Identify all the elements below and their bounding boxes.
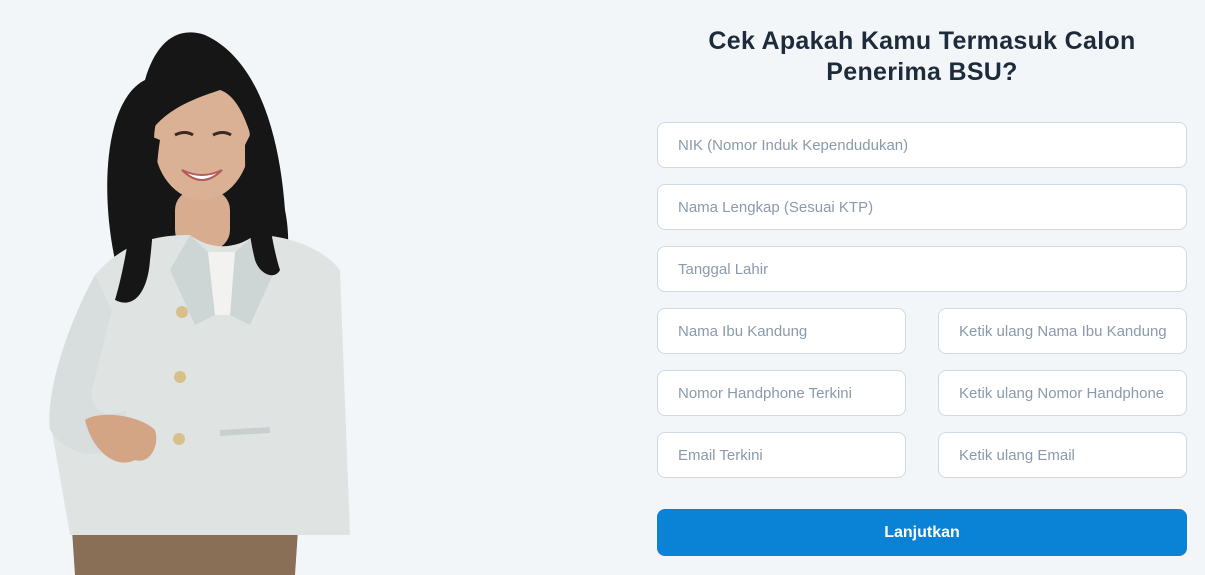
nik-input[interactable] [657,122,1187,168]
phone-input[interactable] [657,370,906,416]
email-input[interactable] [657,432,906,478]
phone-confirm-input[interactable] [938,370,1187,416]
email-confirm-input[interactable] [938,432,1187,478]
hero-panel [0,0,600,575]
bsu-check-form: Cek Apakah Kamu Termasuk Calon Penerima … [657,0,1187,575]
form-title-line-2: Penerima BSU? [826,58,1018,86]
mother-name-input[interactable] [657,308,906,354]
mother-name-confirm-input[interactable] [938,308,1187,354]
woman-illustration [49,32,350,575]
continue-button[interactable]: Lanjutkan [657,509,1187,556]
full-name-input[interactable] [657,184,1187,230]
form-title-line-1: Cek Apakah Kamu Termasuk Calon [708,27,1136,55]
form-title: Cek Apakah Kamu Termasuk Calon Penerima … [657,26,1187,88]
birth-date-input[interactable] [657,246,1187,292]
